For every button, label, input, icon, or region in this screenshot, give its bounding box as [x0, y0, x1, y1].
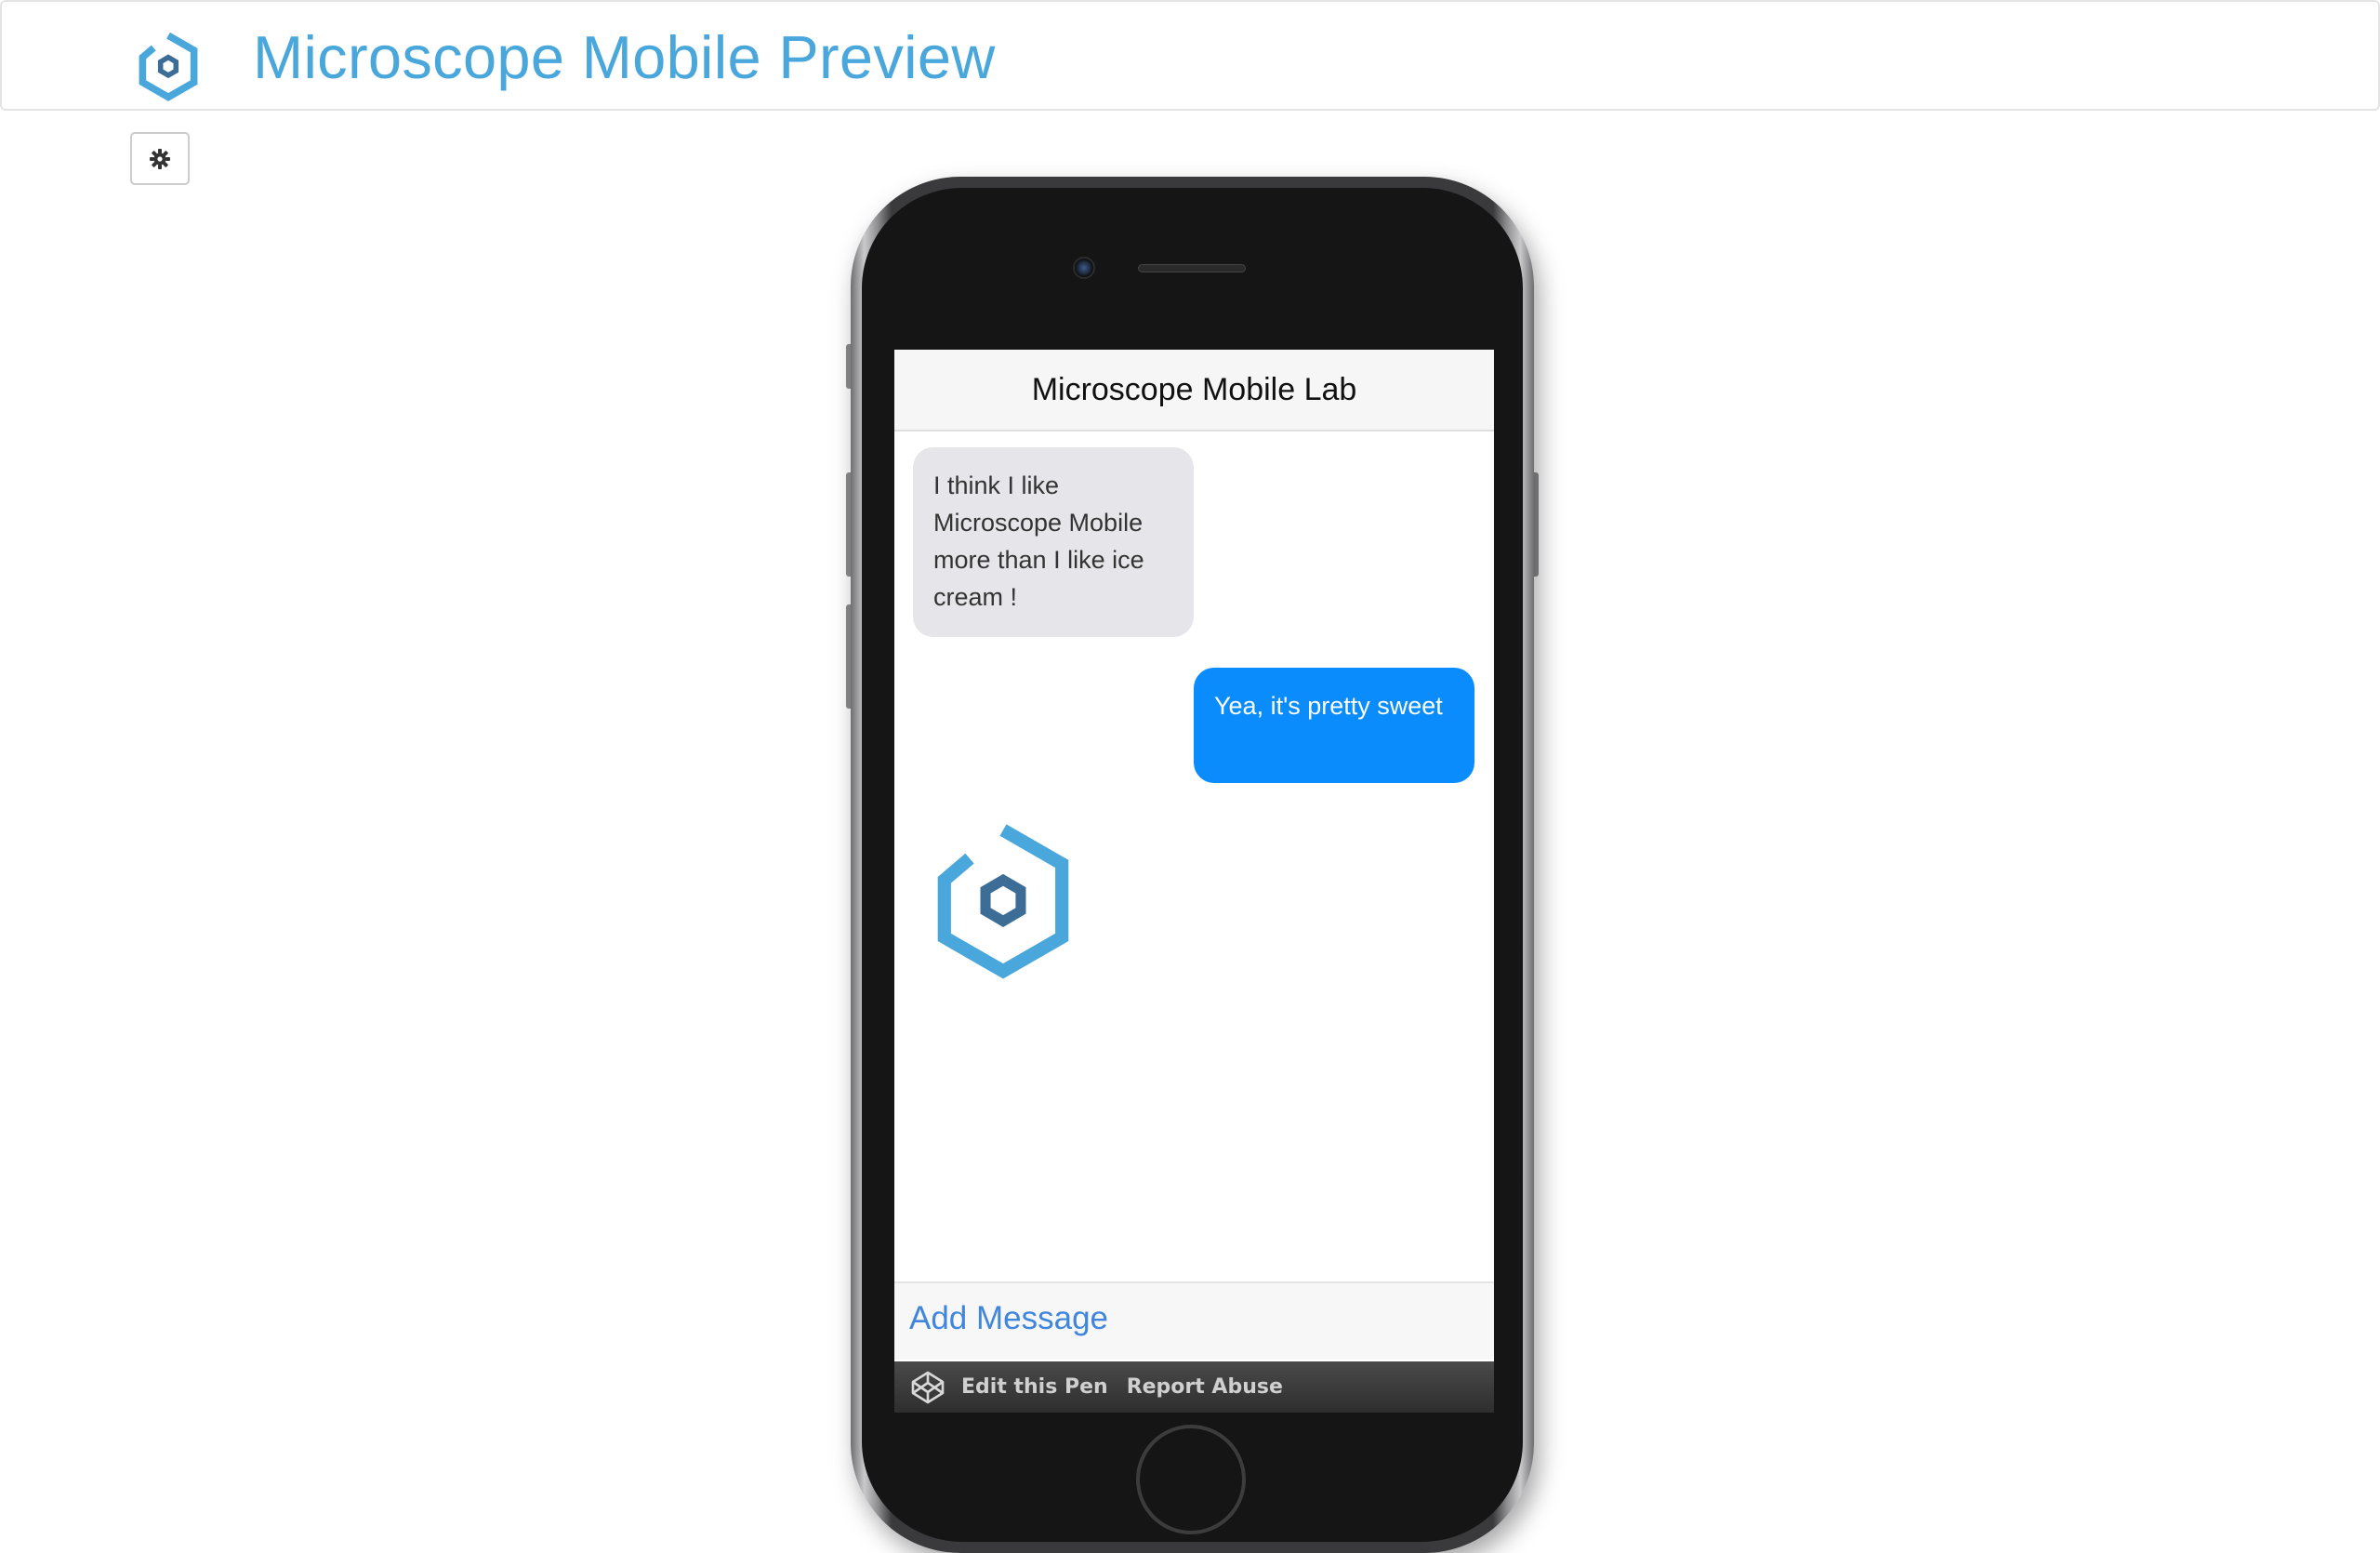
settings-button[interactable] — [130, 132, 190, 185]
message-input[interactable]: Add Message — [909, 1300, 1108, 1337]
message-bubble-outgoing: Yea, it's pretty sweet — [1194, 668, 1474, 783]
front-camera-icon — [1073, 257, 1095, 279]
microscope-logo-icon — [139, 32, 198, 101]
chat-title: Microscope Mobile Lab — [1031, 371, 1357, 407]
gear-icon — [150, 148, 170, 169]
codepen-icon[interactable] — [909, 1369, 946, 1406]
microscope-logo-image-message — [937, 821, 1069, 979]
compose-bar: Add Message — [894, 1281, 1494, 1360]
chat-nav-bar: Microscope Mobile Lab — [894, 350, 1494, 431]
edit-pen-link[interactable]: Edit this Pen — [961, 1375, 1108, 1399]
app-header: Microscope Mobile Preview — [0, 0, 2380, 111]
home-button[interactable] — [1136, 1425, 1246, 1534]
earpiece-speaker — [1138, 264, 1246, 272]
page-title: Microscope Mobile Preview — [253, 23, 996, 91]
message-bubble-incoming: I think I like Microscope Mobile more th… — [913, 447, 1194, 637]
phone-screen: Microscope Mobile Lab I think I like Mic… — [894, 350, 1494, 1413]
report-abuse-link[interactable]: Report Abuse — [1127, 1375, 1283, 1399]
codepen-footer-bar: Edit this Pen Report Abuse — [894, 1361, 1494, 1413]
